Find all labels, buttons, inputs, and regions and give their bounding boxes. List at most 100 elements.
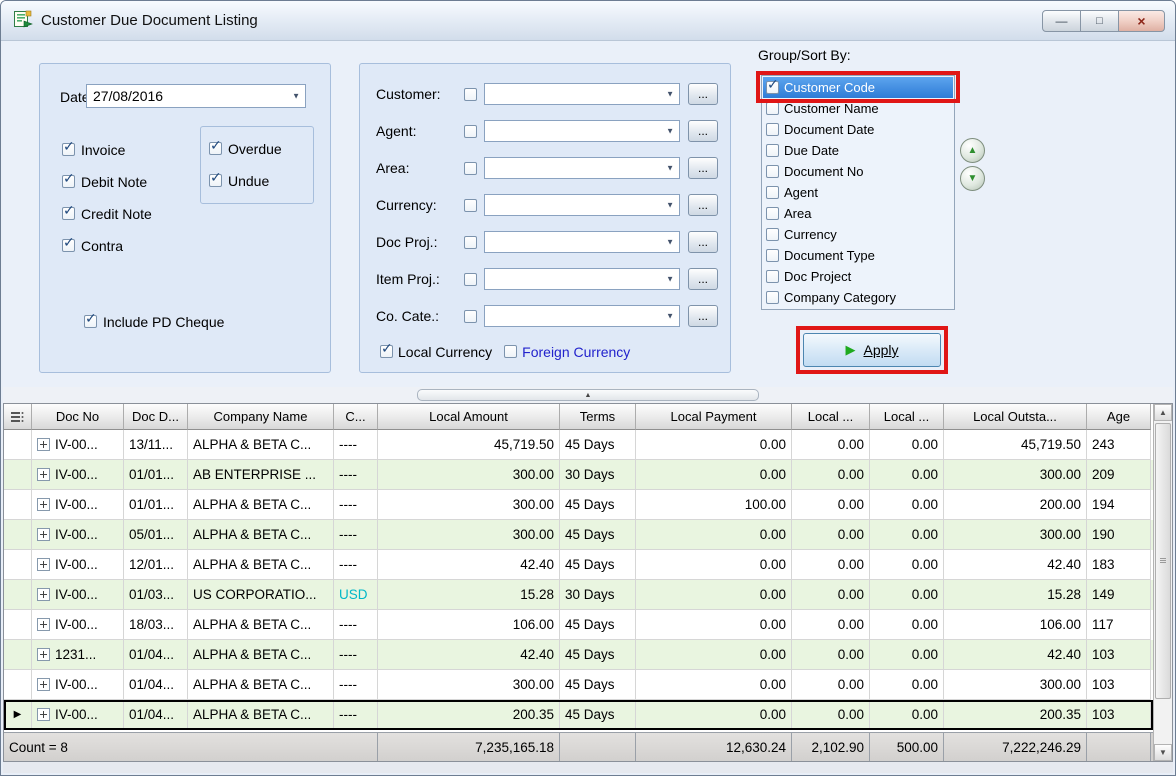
include-pd-cheque-checkbox[interactable]: Include PD Cheque [84,312,224,331]
checkbox[interactable] [464,273,477,286]
table-row[interactable]: IV-00...01/03...US CORPORATIO...USD15.28… [4,580,1153,610]
checkbox-debit-note[interactable]: Debit Note [62,172,152,191]
checkbox[interactable] [464,310,477,323]
group-sort-item-company-category[interactable]: Company Category [763,287,953,308]
expand-icon[interactable] [37,558,50,571]
checkbox[interactable] [504,345,517,358]
checkbox[interactable] [464,199,477,212]
checkbox[interactable] [380,345,393,358]
group-sort-item-area[interactable]: Area [763,203,953,224]
browse-ellipsis-button[interactable]: ... [688,120,718,142]
table-row[interactable]: ▶IV-00...01/04...ALPHA & BETA C...----20… [4,700,1153,730]
titlebar[interactable]: Customer Due Document Listing — □ × [1,1,1175,41]
expand-icon[interactable] [37,648,50,661]
checkbox[interactable] [62,239,75,252]
checkbox-undue[interactable]: Undue [209,171,282,190]
browse-ellipsis-button[interactable]: ... [688,194,718,216]
filter-combobox[interactable]: ▼ [484,305,680,327]
checkbox-local-currency[interactable]: Local Currency [380,342,492,361]
group-sort-item-due-date[interactable]: Due Date [763,140,953,161]
checkbox[interactable] [464,162,477,175]
filter-combobox[interactable]: ▼ [484,194,680,216]
table-row[interactable]: IV-00...01/01...AB ENTERPRISE ...----300… [4,460,1153,490]
move-up-button[interactable]: ▲ [960,138,985,163]
table-row[interactable]: 1231...01/04...ALPHA & BETA C...----42.4… [4,640,1153,670]
group-sort-item-currency[interactable]: Currency [763,224,953,245]
expand-icon[interactable] [37,468,50,481]
checkbox-invoice[interactable]: Invoice [62,140,152,159]
filter-combobox[interactable]: ▼ [484,268,680,290]
table-row[interactable]: IV-00...01/04...ALPHA & BETA C...----300… [4,670,1153,700]
filter-combobox[interactable]: ▼ [484,157,680,179]
browse-ellipsis-button[interactable]: ... [688,268,718,290]
column-chooser-header[interactable] [4,404,32,430]
checkbox[interactable] [464,236,477,249]
column-header-local-payment[interactable]: Local Payment [636,404,792,430]
group-sort-item-agent[interactable]: Agent [763,182,953,203]
table-row[interactable]: IV-00...12/01...ALPHA & BETA C...----42.… [4,550,1153,580]
checkbox[interactable] [766,249,779,262]
close-button[interactable]: × [1118,10,1165,32]
column-header-age[interactable]: Age [1087,404,1151,430]
checkbox[interactable] [766,144,779,157]
expand-icon[interactable] [37,618,50,631]
move-down-button[interactable]: ▼ [960,166,985,191]
date-combobox[interactable]: 27/08/2016 ▼ [86,84,306,108]
expand-icon[interactable] [37,678,50,691]
checkbox[interactable] [766,270,779,283]
scroll-down-button[interactable]: ▼ [1154,744,1172,761]
checkbox[interactable] [766,291,779,304]
expand-icon[interactable] [37,588,50,601]
filter-combobox[interactable]: ▼ [484,83,680,105]
browse-ellipsis-button[interactable]: ... [688,157,718,179]
expand-icon[interactable] [37,438,50,451]
column-header-local[interactable]: Local ... [870,404,944,430]
table-row[interactable]: IV-00...05/01...ALPHA & BETA C...----300… [4,520,1153,550]
table-row[interactable]: IV-00...18/03...ALPHA & BETA C...----106… [4,610,1153,640]
checkbox-foreign-currency[interactable]: Foreign Currency [504,342,630,361]
maximize-button[interactable]: □ [1080,10,1119,32]
checkbox[interactable] [84,315,97,328]
group-sort-item-doc-project[interactable]: Doc Project [763,266,953,287]
checkbox[interactable] [62,143,75,156]
column-header-local-outsta[interactable]: Local Outsta... [944,404,1087,430]
checkbox[interactable] [464,125,477,138]
filter-combobox[interactable]: ▼ [484,120,680,142]
column-header-local[interactable]: Local ... [792,404,870,430]
table-row[interactable]: IV-00...01/01...ALPHA & BETA C...----300… [4,490,1153,520]
apply-button[interactable]: ▶ Apply [803,333,941,367]
group-sort-item-document-type[interactable]: Document Type [763,245,953,266]
column-header-doc-d[interactable]: Doc D... [124,404,188,430]
splitter-handle[interactable]: ▲ [417,389,759,401]
expand-icon[interactable] [37,708,50,721]
checkbox[interactable] [464,88,477,101]
scroll-up-button[interactable]: ▲ [1154,404,1172,421]
table-row[interactable]: IV-00...13/11...ALPHA & BETA C...----45,… [4,430,1153,460]
browse-ellipsis-button[interactable]: ... [688,305,718,327]
checkbox[interactable] [766,102,779,115]
column-header-company-name[interactable]: Company Name [188,404,334,430]
vertical-scrollbar[interactable]: ▲ ▼ [1153,404,1172,761]
group-sort-listbox[interactable]: Customer CodeCustomer NameDocument DateD… [761,75,955,310]
checkbox[interactable] [209,174,222,187]
scrollbar-thumb[interactable] [1155,423,1171,699]
checkbox[interactable] [766,165,779,178]
minimize-button[interactable]: — [1042,10,1081,32]
column-header-local-amount[interactable]: Local Amount [378,404,560,430]
group-sort-item-document-no[interactable]: Document No [763,161,953,182]
checkbox[interactable] [766,228,779,241]
checkbox[interactable] [62,207,75,220]
filter-combobox[interactable]: ▼ [484,231,680,253]
column-header-doc-no[interactable]: Doc No [32,404,124,430]
group-sort-item-document-date[interactable]: Document Date [763,119,953,140]
checkbox-overdue[interactable]: Overdue [209,139,282,158]
checkbox[interactable] [766,123,779,136]
browse-ellipsis-button[interactable]: ... [688,83,718,105]
checkbox-contra[interactable]: Contra [62,236,152,255]
expand-icon[interactable] [37,498,50,511]
checkbox[interactable] [766,207,779,220]
checkbox-credit-note[interactable]: Credit Note [62,204,152,223]
column-header-c[interactable]: C... [334,404,378,430]
checkbox[interactable] [766,81,779,94]
column-header-terms[interactable]: Terms [560,404,636,430]
